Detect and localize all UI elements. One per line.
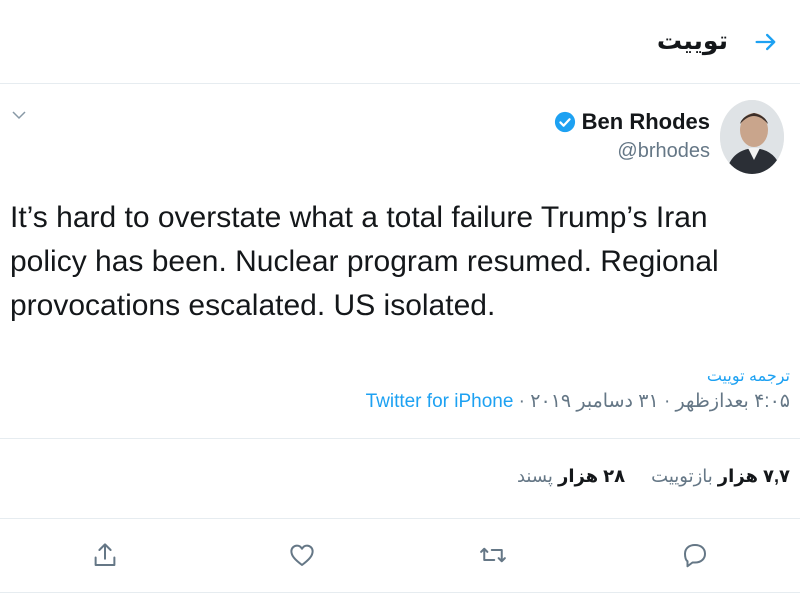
page-title: توییت: [656, 27, 728, 55]
tweet-meta: ۴:۰۵ بعدازظهر · ۳۱ دسامبر ۲۰۱۹ · Twitter…: [366, 390, 790, 413]
arrow-right-icon[interactable]: [752, 28, 780, 56]
like-icon: [290, 544, 314, 566]
retweet-stat[interactable]: ۷,۷ هزار بازتوییت: [651, 466, 790, 487]
avatar[interactable]: [720, 100, 784, 174]
author-handle[interactable]: @brhodes: [617, 140, 710, 163]
retweet-label: بازتوییت: [651, 466, 713, 486]
retweet-count: ۷,۷ هزار: [717, 466, 790, 486]
share-button[interactable]: [90, 540, 120, 570]
author-name-row[interactable]: Ben Rhodes: [554, 108, 710, 136]
like-button[interactable]: [287, 540, 317, 570]
tweet-stats: ۷,۷ هزار بازتوییت ۲۸ هزار پسند: [517, 466, 790, 487]
divider: [0, 438, 800, 439]
chevron-down-icon[interactable]: [12, 110, 26, 120]
like-count: ۲۸ هزار: [557, 466, 626, 486]
top-bar: توییت: [0, 0, 800, 84]
retweet-icon: [480, 547, 506, 563]
like-label: پسند: [516, 466, 553, 486]
like-stat[interactable]: ۲۸ هزار پسند: [517, 466, 625, 487]
verified-badge-icon: [554, 111, 575, 133]
divider: [0, 592, 800, 593]
translate-tweet-link[interactable]: ترجمه توییت: [707, 366, 790, 386]
tweet-timestamp[interactable]: ۴:۰۵ بعدازظهر · ۳۱ دسامبر ۲۰۱۹ ·: [513, 391, 790, 412]
retweet-button[interactable]: [478, 540, 508, 570]
author-display-name: Ben Rhodes: [581, 109, 710, 134]
tweet-source[interactable]: Twitter for iPhone: [366, 391, 514, 412]
reply-button[interactable]: [680, 540, 710, 570]
share-icon: [94, 543, 116, 566]
divider: [0, 518, 800, 519]
tweet-text: It’s hard to overstate what a total fail…: [10, 201, 719, 322]
reply-icon: [684, 544, 706, 568]
